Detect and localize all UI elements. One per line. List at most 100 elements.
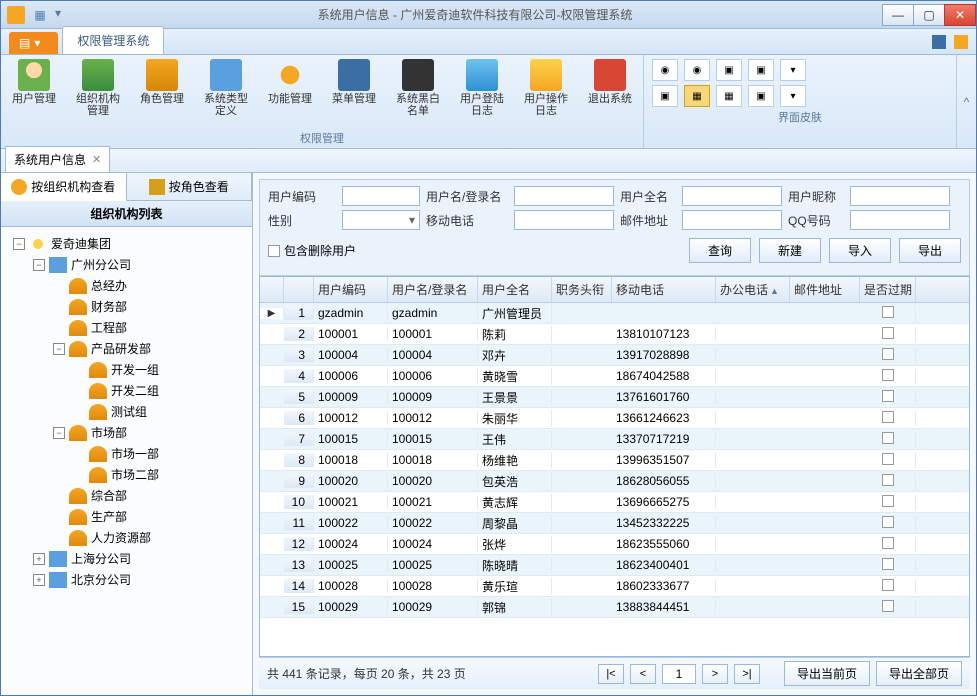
tree-item[interactable]: 开发二组 xyxy=(5,380,248,401)
table-row[interactable]: 3100004100004邓卉13917028898 xyxy=(260,345,969,366)
tree-item[interactable]: +上海分公司 xyxy=(5,548,248,569)
tab-view-by-org[interactable]: 按组织机构查看 xyxy=(1,173,127,201)
table-row[interactable]: 12100024100024张烨18623555060 xyxy=(260,534,969,555)
table-row[interactable]: 10100021100021黄志辉13696665275 xyxy=(260,492,969,513)
table-row[interactable]: 5100009100009王景景13761601760 xyxy=(260,387,969,408)
tree-item[interactable]: 综合部 xyxy=(5,485,248,506)
checkbox-icon[interactable] xyxy=(882,453,894,465)
close-button[interactable]: ✕ xyxy=(944,4,976,26)
quick-dropdown-icon[interactable]: ▾ xyxy=(55,6,61,24)
export-all-button[interactable]: 导出全部页 xyxy=(876,661,962,686)
col-user[interactable]: 用户名/登录名 xyxy=(388,277,478,302)
pager-last[interactable]: >| xyxy=(734,664,760,684)
tree-toggle-icon[interactable]: − xyxy=(53,343,65,355)
checkbox-icon[interactable] xyxy=(882,495,894,507)
checkbox-icon[interactable] xyxy=(882,579,894,591)
ribbon-item[interactable]: 用户操作日志 xyxy=(521,59,571,128)
tree-item[interactable]: −广州分公司 xyxy=(5,254,248,275)
tree-toggle-icon[interactable]: − xyxy=(33,259,45,271)
tree-item[interactable]: 开发一组 xyxy=(5,359,248,380)
checkbox-icon[interactable] xyxy=(882,348,894,360)
checkbox-icon[interactable] xyxy=(882,369,894,381)
checkbox-icon[interactable] xyxy=(882,432,894,444)
tree-item[interactable]: 生产部 xyxy=(5,506,248,527)
tree-toggle-icon[interactable]: − xyxy=(13,238,25,250)
ribbon-item[interactable]: 菜单管理 xyxy=(329,59,379,128)
tree-item[interactable]: 总经办 xyxy=(5,275,248,296)
skin-swatch[interactable]: ▾ xyxy=(780,85,806,107)
table-row[interactable]: 6100012100012朱丽华13661246623 xyxy=(260,408,969,429)
pager-first[interactable]: |< xyxy=(598,664,624,684)
pager-page-input[interactable] xyxy=(662,664,696,684)
ribbon-item[interactable]: 功能管理 xyxy=(265,59,315,128)
table-row[interactable]: ▶1gzadmingzadmin广州管理员 xyxy=(260,303,969,324)
skin-swatch[interactable]: ▣ xyxy=(716,59,742,81)
input-email[interactable] xyxy=(682,210,782,230)
checkbox-icon[interactable] xyxy=(882,537,894,549)
col-office[interactable]: 办公电话▲ xyxy=(716,277,790,302)
input-code[interactable] xyxy=(342,186,420,206)
checkbox-icon[interactable] xyxy=(882,411,894,423)
tree-toggle-icon[interactable]: + xyxy=(33,574,45,586)
skin-swatch[interactable]: ◉ xyxy=(652,59,678,81)
tree-item[interactable]: −市场部 xyxy=(5,422,248,443)
checkbox-icon[interactable] xyxy=(882,327,894,339)
tab-close-icon[interactable]: ✕ xyxy=(92,153,101,166)
ribbon-item[interactable]: 系统类型定义 xyxy=(201,59,251,128)
ribbon-item[interactable]: 用户登陆日志 xyxy=(457,59,507,128)
col-email[interactable]: 邮件地址 xyxy=(790,277,860,302)
help-icon[interactable] xyxy=(932,35,946,49)
table-row[interactable]: 14100028100028黄乐瑄18602333677 xyxy=(260,576,969,597)
col-mobile[interactable]: 移动电话 xyxy=(612,277,716,302)
ribbon-item[interactable]: 退出系统 xyxy=(585,59,635,128)
checkbox-icon[interactable] xyxy=(882,516,894,528)
query-button[interactable]: 查询 xyxy=(689,238,751,263)
tree-toggle-icon[interactable]: + xyxy=(33,553,45,565)
file-menu-button[interactable]: ▤▾ xyxy=(9,32,58,54)
ribbon-item[interactable]: 用户管理 xyxy=(9,59,59,128)
checkbox-include-deleted[interactable]: 包含删除用户 xyxy=(268,242,356,259)
table-row[interactable]: 4100006100006黄晓雪18674042588 xyxy=(260,366,969,387)
main-tab[interactable]: 权限管理系统 xyxy=(62,26,164,54)
export-button[interactable]: 导出 xyxy=(899,238,961,263)
skin-swatch[interactable]: ◉ xyxy=(684,59,710,81)
skin-swatch[interactable]: ▦ xyxy=(716,85,742,107)
col-code[interactable]: 用户编码 xyxy=(314,277,388,302)
input-username[interactable] xyxy=(514,186,614,206)
tree-item[interactable]: −产品研发部 xyxy=(5,338,248,359)
input-mobile[interactable] xyxy=(514,210,614,230)
table-row[interactable]: 11100022100022周黎晶13452332225 xyxy=(260,513,969,534)
new-button[interactable]: 新建 xyxy=(759,238,821,263)
tree-item[interactable]: −爱奇迪集团 xyxy=(5,233,248,254)
mail-icon[interactable] xyxy=(954,35,968,49)
tree-item[interactable]: 测试组 xyxy=(5,401,248,422)
pager-prev[interactable]: < xyxy=(630,664,656,684)
import-button[interactable]: 导入 xyxy=(829,238,891,263)
ribbon-item[interactable]: 组织机构管理 xyxy=(73,59,123,128)
pager-next[interactable]: > xyxy=(702,664,728,684)
input-qq[interactable] xyxy=(850,210,950,230)
checkbox-icon[interactable] xyxy=(882,306,894,318)
select-gender[interactable]: ▾ xyxy=(342,210,420,230)
table-row[interactable]: 2100001100001陈莉13810107123 xyxy=(260,324,969,345)
export-current-button[interactable]: 导出当前页 xyxy=(784,661,870,686)
tree-item[interactable]: 工程部 xyxy=(5,317,248,338)
tree-item[interactable]: 人力资源部 xyxy=(5,527,248,548)
table-row[interactable]: 15100029100029郭锦13883844451 xyxy=(260,597,969,618)
table-row[interactable]: 7100015100015王伟13370717219 xyxy=(260,429,969,450)
skin-swatch[interactable]: ▣ xyxy=(748,59,774,81)
minimize-button[interactable]: — xyxy=(882,4,914,26)
skin-swatch[interactable]: ▾ xyxy=(780,59,806,81)
table-row[interactable]: 8100018100018杨维艳13996351507 xyxy=(260,450,969,471)
skin-swatch[interactable]: ▣ xyxy=(652,85,678,107)
quick-access-icon[interactable]: ▦ xyxy=(31,6,49,24)
tree-item[interactable]: 市场一部 xyxy=(5,443,248,464)
skin-swatch[interactable]: ▣ xyxy=(748,85,774,107)
skin-swatch-active[interactable]: ▦ xyxy=(684,85,710,107)
checkbox-icon[interactable] xyxy=(882,600,894,612)
tree-item[interactable]: 市场二部 xyxy=(5,464,248,485)
tab-view-by-role[interactable]: 按角色查看 xyxy=(127,173,253,200)
col-name[interactable]: 用户全名 xyxy=(478,277,552,302)
col-title[interactable]: 职务头衔 xyxy=(552,277,612,302)
table-row[interactable]: 13100025100025陈晓晴18623400401 xyxy=(260,555,969,576)
